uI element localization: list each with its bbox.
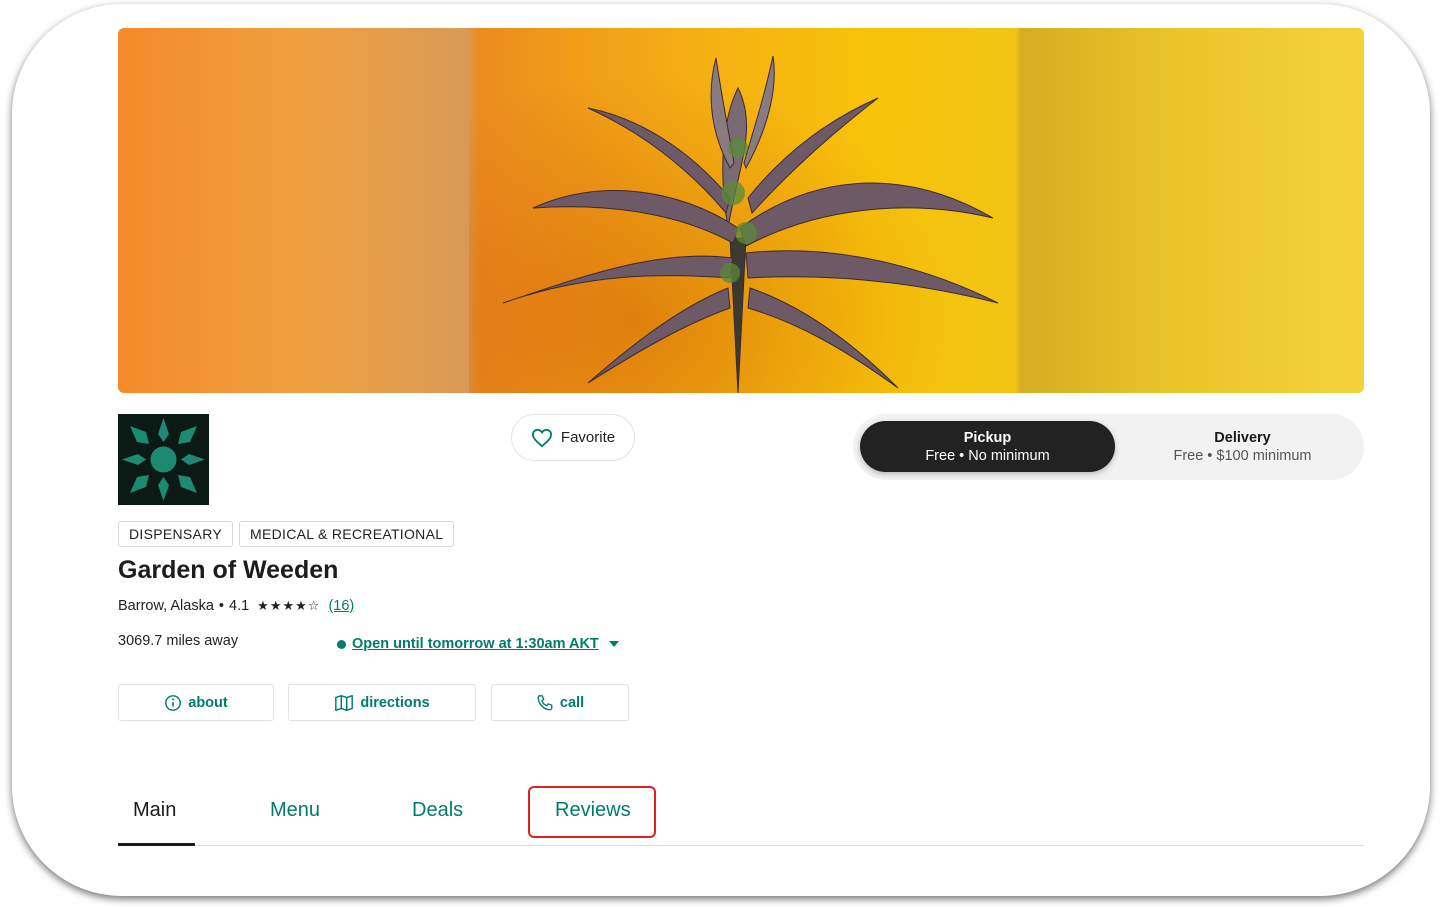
rating-stars: ★ ★ ★ ★ ☆: [257, 598, 319, 614]
tab-main[interactable]: Main: [133, 799, 176, 822]
store-actions: about directions call: [118, 684, 638, 722]
map-icon: [335, 694, 354, 711]
directions-label: directions: [360, 694, 430, 711]
review-count-link[interactable]: (16): [328, 598, 354, 614]
browser-frame: Favorite Pickup Free • No minimum Delive…: [12, 4, 1430, 896]
star-icon: ★: [269, 598, 282, 613]
delivery-option[interactable]: Delivery Free • $100 minimum: [1115, 421, 1370, 472]
store-hours-dropdown[interactable]: Open until tomorrow at 1:30am AKT: [337, 636, 619, 652]
favorite-label: Favorite: [560, 429, 616, 446]
call-label: call: [559, 694, 585, 711]
store-meta: Barrow, Alaska • 4.1 ★ ★ ★ ★ ☆ (16): [118, 598, 354, 614]
about-label: about: [188, 694, 228, 711]
store-name: Garden of Weeden: [118, 556, 339, 584]
phone-icon: [537, 694, 553, 710]
hero-banner: [118, 28, 1364, 393]
star-icon: ★: [257, 598, 269, 613]
store-tabs: Main Menu Deals Reviews: [118, 784, 1364, 846]
call-button[interactable]: call: [491, 684, 629, 721]
star-icon: ★: [295, 598, 307, 613]
store-location: Barrow, Alaska: [118, 598, 214, 614]
pickup-option[interactable]: Pickup Free • No minimum: [860, 421, 1115, 472]
tag-medical-recreational: MEDICAL & RECREATIONAL: [239, 521, 455, 547]
caret-down-icon: [608, 641, 619, 647]
dispensary-logo: [118, 414, 209, 505]
info-icon: [165, 694, 182, 711]
cannabis-plant-image: [502, 55, 999, 393]
tab-reviews[interactable]: Reviews: [555, 799, 631, 822]
pickup-subtitle: Free • No minimum: [925, 447, 1050, 464]
open-status-dot-icon: [337, 639, 346, 649]
favorite-button[interactable]: Favorite: [511, 414, 635, 461]
meta-separator: •: [218, 598, 224, 614]
logo-icon: [118, 414, 209, 505]
tab-menu[interactable]: Menu: [270, 799, 320, 822]
store-tags: DISPENSARY MEDICAL & RECREATIONAL: [118, 521, 455, 547]
store-distance: 3069.7 miles away: [118, 633, 239, 649]
tab-deals[interactable]: Deals: [412, 799, 463, 822]
store-rating: 4.1: [229, 598, 250, 614]
tag-dispensary: DISPENSARY: [118, 521, 233, 547]
dispensary-page: Favorite Pickup Free • No minimum Delive…: [12, 4, 1430, 896]
heart-icon: [531, 428, 552, 447]
pickup-title: Pickup: [963, 429, 1012, 446]
delivery-subtitle: Free • $100 minimum: [1173, 447, 1312, 464]
store-hours: Open until tomorrow at 1:30am AKT: [352, 636, 599, 652]
star-empty-icon: ☆: [307, 598, 320, 613]
order-mode-toggle: Pickup Free • No minimum Delivery Free •…: [853, 414, 1364, 480]
about-button[interactable]: about: [118, 684, 274, 721]
directions-button[interactable]: directions: [288, 684, 476, 721]
active-tab-indicator: [118, 843, 195, 846]
star-icon: ★: [282, 598, 295, 613]
delivery-title: Delivery: [1214, 429, 1271, 446]
